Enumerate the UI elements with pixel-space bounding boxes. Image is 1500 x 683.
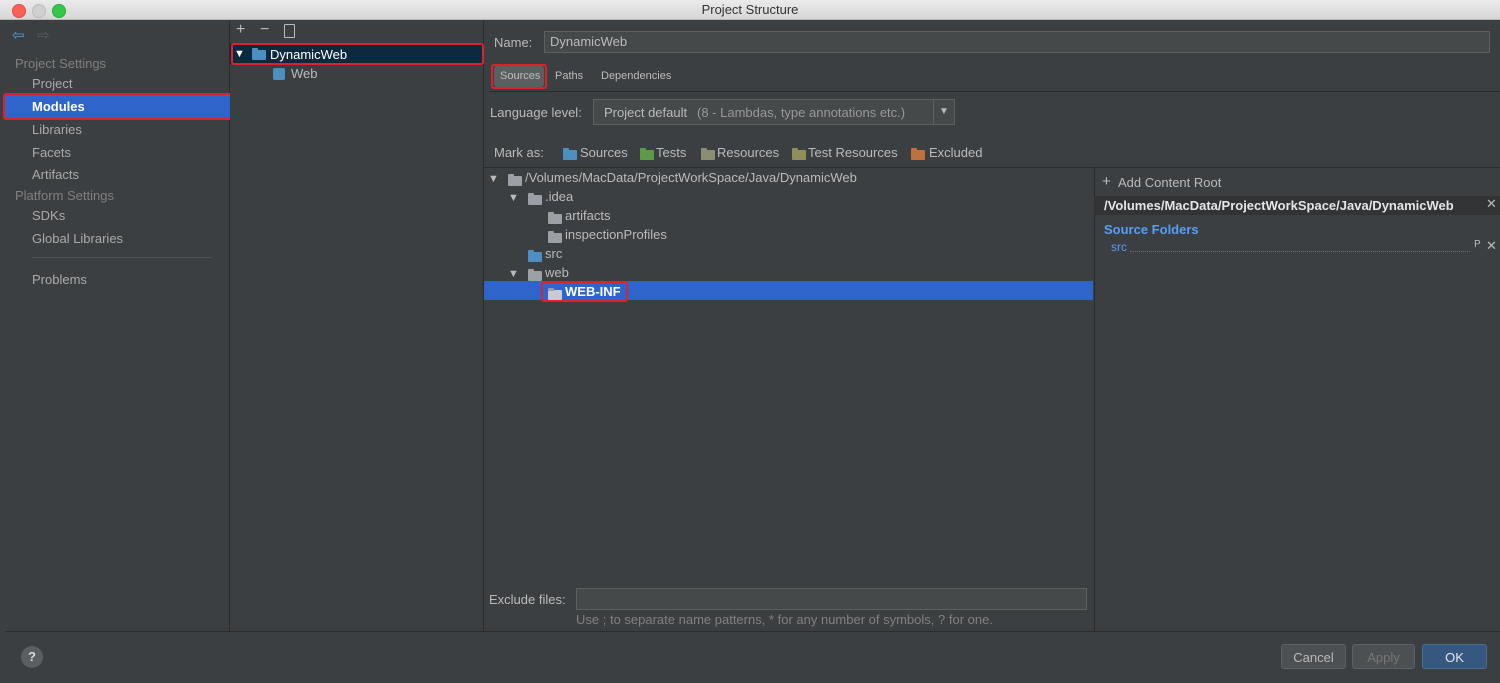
folder-icon — [548, 212, 562, 227]
source-folder-icon — [528, 250, 542, 265]
sidebar-item-project[interactable]: Project — [32, 76, 72, 91]
copy-icon[interactable] — [284, 24, 295, 38]
ok-button[interactable]: OK — [1422, 644, 1487, 669]
exclude-files-hint: Use ; to separate name patterns, * for a… — [576, 612, 993, 627]
exclude-files-field[interactable] — [576, 588, 1087, 610]
mark-resources-button[interactable]: Resources — [717, 145, 779, 160]
folder-icon — [508, 174, 522, 189]
tree-item-src[interactable]: src — [545, 246, 562, 261]
expand-arrow-icon[interactable]: ▼ — [508, 192, 519, 204]
language-level-value: Project default — [604, 105, 688, 120]
folder-icon — [548, 288, 562, 303]
mark-sources-button[interactable]: Sources — [580, 145, 628, 160]
sidebar-item-libraries[interactable]: Libraries — [32, 122, 82, 137]
back-arrow-icon[interactable]: ⇦ — [12, 26, 25, 44]
tree-item-content-root[interactable]: /Volumes/MacData/ProjectWorkSpace/Java/D… — [525, 170, 857, 185]
name-field[interactable]: DynamicWeb — [544, 31, 1490, 53]
source-folder-src[interactable]: src — [1111, 240, 1127, 254]
sidebar-item-global-libraries[interactable]: Global Libraries — [32, 231, 123, 246]
folder-icon — [528, 193, 542, 208]
language-level-label: Language level: — [490, 105, 582, 120]
module-child-label[interactable]: Web — [291, 66, 318, 81]
tree-item-web[interactable]: web — [545, 265, 569, 280]
mark-tests-button[interactable]: Tests — [656, 145, 686, 160]
cancel-button[interactable]: Cancel — [1281, 644, 1346, 669]
content-root-path: /Volumes/MacData/ProjectWorkSpace/Java/D… — [1104, 198, 1454, 213]
excluded-folder-icon — [911, 148, 925, 163]
tab-dependencies[interactable]: Dependencies — [601, 70, 671, 82]
sidebar-item-modules[interactable]: Modules — [32, 99, 85, 114]
mark-test-resources-button[interactable]: Test Resources — [808, 145, 898, 160]
add-icon: + — [1102, 173, 1111, 190]
tree-item-inspection-profiles[interactable]: inspectionProfiles — [565, 227, 667, 242]
chevron-down-icon[interactable]: ▼ — [939, 106, 949, 117]
expand-arrow-icon[interactable]: ▼ — [508, 268, 519, 280]
exclude-files-label: Exclude files: — [489, 592, 566, 607]
properties-icon[interactable]: P — [1474, 239, 1481, 250]
test-resources-folder-icon — [792, 148, 806, 163]
module-tree-pane — [230, 20, 484, 631]
tree-item-web-inf[interactable]: WEB-INF — [565, 284, 621, 299]
remove-source-folder-icon[interactable]: ✕ — [1486, 238, 1497, 254]
folder-icon — [528, 269, 542, 284]
window-title: Project Structure — [701, 2, 799, 17]
tab-sources[interactable]: Sources — [500, 70, 540, 82]
section-project-settings: Project Settings — [15, 56, 107, 71]
module-folder-icon — [252, 48, 266, 63]
source-folders-heading: Source Folders — [1104, 222, 1199, 237]
sidebar-item-sdks[interactable]: SDKs — [32, 208, 65, 223]
add-module-button[interactable]: + — [236, 21, 245, 39]
remove-content-root-icon[interactable]: ✕ — [1486, 196, 1497, 212]
dialog-footer — [5, 631, 1500, 683]
mark-as-label: Mark as: — [494, 145, 544, 160]
sidebar-item-artifacts[interactable]: Artifacts — [32, 167, 79, 182]
name-label: Name: — [494, 35, 533, 50]
folder-icon — [548, 231, 562, 246]
mark-excluded-button[interactable]: Excluded — [929, 145, 982, 160]
tree-item-artifacts[interactable]: artifacts — [565, 208, 611, 223]
language-level-detail: (8 - Lambdas, type annotations etc.) — [697, 105, 906, 120]
resources-folder-icon — [701, 148, 715, 163]
tree-item-idea[interactable]: .idea — [545, 189, 573, 204]
sidebar-item-facets[interactable]: Facets — [32, 145, 71, 160]
web-facet-icon — [273, 68, 285, 80]
sources-folder-icon — [563, 148, 577, 163]
combo-divider — [933, 100, 934, 124]
add-content-root-button[interactable]: Add Content Root — [1118, 175, 1221, 190]
module-root-label[interactable]: DynamicWeb — [270, 47, 347, 62]
highlight-module-root — [231, 43, 484, 65]
apply-button[interactable]: Apply — [1352, 644, 1415, 669]
remove-module-button[interactable]: − — [260, 21, 269, 39]
expand-arrow-icon[interactable]: ▼ — [234, 48, 245, 60]
forward-arrow-icon[interactable]: ⇨ — [37, 26, 50, 44]
section-platform-settings: Platform Settings — [15, 188, 114, 203]
expand-arrow-icon[interactable]: ▼ — [488, 173, 499, 185]
dotted-leader — [1130, 251, 1470, 252]
tab-divider — [489, 91, 1500, 92]
sidebar-item-problems[interactable]: Problems — [32, 272, 87, 287]
help-button[interactable]: ? — [21, 646, 43, 668]
sidebar-divider — [32, 257, 212, 258]
tab-paths[interactable]: Paths — [555, 70, 583, 82]
tests-folder-icon — [640, 148, 654, 163]
